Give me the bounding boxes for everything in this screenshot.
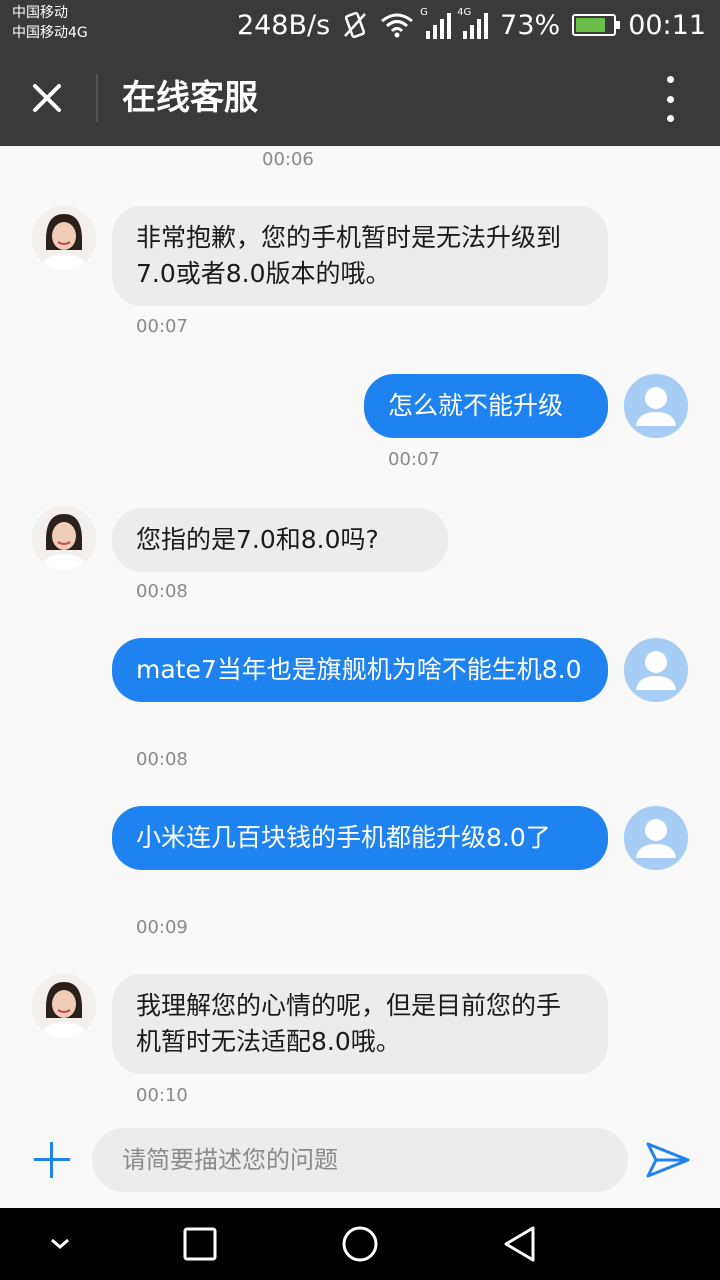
more-options-button[interactable] — [660, 76, 680, 122]
battery-icon — [572, 14, 621, 36]
add-button[interactable] — [32, 1140, 72, 1180]
message-time: 00:08 — [136, 581, 188, 602]
status-indicators: 248B/s G 4G 73% 00:11 — [237, 0, 706, 50]
user-avatar[interactable] — [624, 806, 688, 870]
nav-home-button[interactable] — [340, 1224, 380, 1264]
carrier-2: 中国移动4G — [12, 25, 88, 41]
input-bar — [0, 1112, 720, 1208]
square-icon — [183, 1227, 217, 1261]
nav-hide-button[interactable] — [40, 1224, 80, 1264]
user-avatar-image — [624, 374, 688, 438]
back-triangle-icon — [504, 1226, 535, 1262]
more-vertical-icon — [666, 76, 674, 83]
circle-icon — [342, 1226, 378, 1262]
message-bubble: mate7当年也是旗舰机为啥不能生机8.0 — [112, 638, 608, 702]
carrier-1: 中国移动 — [12, 5, 68, 21]
message-bubble: 您指的是7.0和8.0吗? — [112, 508, 448, 572]
message-input[interactable] — [92, 1128, 628, 1192]
user-avatar[interactable] — [624, 638, 688, 702]
send-icon — [646, 1142, 690, 1178]
system-nav-bar — [0, 1208, 720, 1280]
page-title: 在线客服 — [122, 78, 258, 118]
message-time: 00:10 — [136, 1085, 188, 1106]
message-bubble: 怎么就不能升级 — [364, 374, 608, 438]
battery-percent: 73% — [500, 9, 561, 41]
sim2-network-tag: 4G — [457, 7, 472, 18]
agent-avatar-image — [32, 974, 96, 1038]
agent-avatar[interactable] — [32, 974, 96, 1038]
carrier-info: 中国移动 中国移动4G — [12, 3, 88, 43]
chat-area[interactable]: 00:06 非常抱歉，您的手机暂时是无法升级到7.0或者8.0版本的哦。 00:… — [0, 146, 720, 1126]
timestamp-top: 00:06 — [262, 149, 314, 170]
sim1-network-tag: G — [420, 7, 428, 18]
agent-avatar-image — [32, 206, 96, 270]
vibrate-icon — [344, 11, 367, 39]
message-time: 00:08 — [136, 749, 188, 770]
agent-avatar[interactable] — [32, 506, 96, 570]
agent-avatar[interactable] — [32, 206, 96, 270]
signal-icon-sim2: 4G — [457, 7, 489, 39]
signal-icon-sim1: G — [420, 7, 452, 39]
status-bar: 中国移动 中国移动4G 248B/s G 4G 73% 00:11 — [0, 0, 720, 50]
message-time: 00:07 — [388, 449, 440, 470]
header-divider — [96, 74, 98, 122]
nav-back-button[interactable] — [500, 1224, 540, 1264]
wifi-icon — [381, 13, 414, 38]
agent-avatar-image — [32, 506, 96, 570]
chevron-down-icon — [51, 1238, 69, 1249]
message-bubble: 非常抱歉，您的手机暂时是无法升级到7.0或者8.0版本的哦。 — [112, 206, 608, 306]
user-avatar-image — [624, 638, 688, 702]
nav-recents-button[interactable] — [180, 1224, 220, 1264]
header-bar: 在线客服 — [0, 50, 720, 146]
close-button[interactable] — [22, 74, 74, 122]
user-avatar-image — [624, 806, 688, 870]
clock: 00:11 — [628, 9, 706, 41]
message-time: 00:07 — [136, 316, 188, 337]
send-button[interactable] — [644, 1140, 692, 1180]
message-bubble: 小米连几百块钱的手机都能升级8.0了 — [112, 806, 608, 870]
user-avatar[interactable] — [624, 374, 688, 438]
message-time: 00:09 — [136, 917, 188, 938]
network-speed: 248B/s — [236, 9, 331, 41]
message-bubble: 我理解您的心情的呢，但是目前您的手机暂时无法适配8.0哦。 — [112, 974, 608, 1074]
